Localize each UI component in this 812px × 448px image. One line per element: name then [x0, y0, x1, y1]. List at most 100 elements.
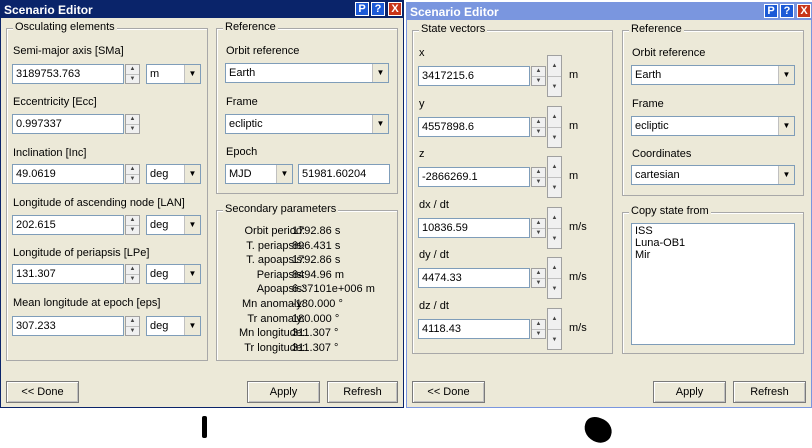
- y-input[interactable]: 4557898.6: [418, 116, 530, 137]
- inc-unit-select[interactable]: deg ▼: [146, 164, 201, 184]
- group-title: Reference: [223, 21, 278, 33]
- ink-blot-mark: [580, 414, 616, 446]
- pin-button[interactable]: P: [764, 4, 778, 18]
- cursor-mark: [202, 416, 207, 438]
- secondary-parameter-row: T. apoapsis: 1792.86 s: [217, 254, 397, 267]
- dy-unit: m/s: [569, 271, 587, 284]
- sma-label: Semi-major axis [SMa]: [13, 45, 124, 57]
- list-item[interactable]: ISS: [635, 225, 791, 237]
- coordinates-select[interactable]: cartesian ▼: [631, 165, 795, 185]
- orbit-reference-select[interactable]: Earth ▼: [631, 65, 795, 85]
- dx-unit: m/s: [569, 220, 587, 233]
- y-label: y: [419, 97, 425, 110]
- dy-coarse-spinner[interactable]: ▲ ▼: [547, 257, 562, 300]
- secondary-parameter-row: T. periapsis: 896.431 s: [217, 240, 397, 253]
- title-bar[interactable]: Scenario Editor: [1, 1, 403, 18]
- done-button[interactable]: << Done: [412, 381, 485, 403]
- close-button[interactable]: X: [797, 4, 811, 18]
- dx-input[interactable]: 10836.59: [418, 217, 530, 238]
- group-title: State vectors: [419, 23, 488, 35]
- parameter-value: 6.37101e+006 m: [292, 283, 375, 296]
- pin-button[interactable]: P: [355, 2, 369, 16]
- apply-button[interactable]: Apply: [247, 381, 320, 403]
- y-spinner[interactable]: ▲ ▼: [531, 116, 546, 137]
- inc-spinner[interactable]: ▲ ▼: [125, 164, 140, 184]
- lan-unit-select[interactable]: deg ▼: [146, 215, 201, 235]
- eps-spinner[interactable]: ▲ ▼: [125, 316, 140, 336]
- secondary-parameter-row: Apoapsis: 6.37101e+006 m: [217, 283, 397, 296]
- z-spinner[interactable]: ▲ ▼: [531, 167, 546, 188]
- lpe-label: Longitude of periapsis [LPe]: [13, 247, 150, 259]
- chevron-down-icon: ▼: [778, 117, 794, 135]
- dz-unit: m/s: [569, 322, 587, 334]
- refresh-button[interactable]: Refresh: [327, 381, 398, 403]
- lan-label: Longitude of ascending node [LAN]: [13, 197, 185, 209]
- parameter-value: 1792.86 s: [292, 225, 341, 237]
- inc-input[interactable]: 49.0619: [12, 164, 124, 184]
- y-coarse-spinner[interactable]: ▲ ▼: [547, 105, 562, 148]
- dx-label: dx / dt: [419, 198, 449, 211]
- close-button[interactable]: X: [388, 2, 402, 16]
- z-input[interactable]: -2866269.1: [418, 167, 530, 188]
- x-input[interactable]: 3417215.6: [418, 66, 530, 86]
- sma-input[interactable]: 3189753.763: [12, 64, 124, 84]
- y-unit: m: [569, 119, 579, 132]
- sma-unit-select[interactable]: m ▼: [146, 64, 201, 84]
- dz-spinner[interactable]: ▲ ▼: [531, 319, 546, 339]
- chevron-down-icon: ▼: [184, 216, 200, 234]
- parameter-value: 311.307 °: [292, 327, 339, 340]
- orbit-reference-select[interactable]: Earth ▼: [225, 63, 389, 83]
- lan-input[interactable]: 202.615: [12, 215, 124, 235]
- frame-select[interactable]: ecliptic ▼: [225, 114, 389, 134]
- lpe-spinner[interactable]: ▲ ▼: [125, 264, 140, 284]
- sma-spinner[interactable]: ▲ ▼: [125, 64, 140, 84]
- refresh-button[interactable]: Refresh: [733, 381, 806, 403]
- group-title: Copy state from: [629, 205, 711, 217]
- dy-label: dy / dt: [419, 249, 449, 262]
- dx-spinner[interactable]: ▲ ▼: [531, 217, 546, 238]
- chevron-down-icon: ▼: [184, 265, 200, 283]
- z-coarse-spinner[interactable]: ▲ ▼: [547, 156, 562, 199]
- apply-button[interactable]: Apply: [653, 381, 726, 403]
- done-button[interactable]: << Done: [6, 381, 79, 403]
- chevron-down-icon: ▼: [778, 166, 794, 184]
- chevron-down-icon: ▼: [184, 65, 200, 83]
- parameter-value: 896.431 s: [292, 239, 341, 252]
- lpe-input[interactable]: 131.307: [12, 264, 124, 284]
- dy-spinner[interactable]: ▲ ▼: [531, 268, 546, 289]
- chevron-down-icon: ▼: [184, 165, 200, 183]
- dz-coarse-spinner[interactable]: ▲ ▼: [547, 308, 562, 350]
- lpe-unit-select[interactable]: deg ▼: [146, 264, 201, 284]
- title-bar[interactable]: Scenario Editor: [407, 3, 811, 20]
- lan-spinner[interactable]: ▲ ▼: [125, 215, 140, 235]
- ecc-spinner[interactable]: ▲ ▼: [125, 114, 140, 134]
- help-button[interactable]: ?: [780, 4, 794, 18]
- ecc-label: Eccentricity [Ecc]: [13, 96, 97, 108]
- parameter-value: 8494.96 m: [292, 268, 344, 281]
- help-button[interactable]: ?: [371, 2, 385, 16]
- eps-input[interactable]: 307.233: [12, 316, 124, 336]
- secondary-parameter-row: Mn longitude: 311.307 °: [217, 327, 397, 340]
- frame-select[interactable]: ecliptic ▼: [631, 116, 795, 136]
- chevron-down-icon: ▼: [778, 66, 794, 84]
- orbit-reference-label: Orbit reference: [226, 45, 300, 57]
- list-item[interactable]: Mir: [635, 249, 791, 261]
- chevron-down-icon: ▼: [276, 165, 292, 183]
- dz-input[interactable]: 4118.43: [418, 319, 530, 339]
- dy-input[interactable]: 4474.33: [418, 268, 530, 289]
- chevron-down-icon: ▼: [372, 115, 388, 133]
- dx-coarse-spinner[interactable]: ▲ ▼: [547, 206, 562, 249]
- scenario-editor-window-left: Scenario Editor P ? X Osculating element…: [0, 0, 404, 408]
- group-title: Secondary parameters: [223, 203, 339, 215]
- x-spinner[interactable]: ▲ ▼: [531, 66, 546, 86]
- parameter-value: -180.000 °: [292, 298, 343, 310]
- copy-state-list[interactable]: ISS Luna-OB1 Mir: [631, 223, 795, 345]
- epoch-input[interactable]: 51981.60204: [298, 164, 390, 184]
- x-coarse-spinner[interactable]: ▲ ▼: [547, 55, 562, 97]
- window-title: Scenario Editor: [4, 3, 93, 17]
- x-unit: m: [569, 69, 579, 81]
- ecc-input[interactable]: 0.997337: [12, 114, 124, 134]
- eps-unit-select[interactable]: deg ▼: [146, 316, 201, 336]
- list-item[interactable]: Luna-OB1: [635, 237, 791, 249]
- epoch-format-select[interactable]: MJD ▼: [225, 164, 293, 184]
